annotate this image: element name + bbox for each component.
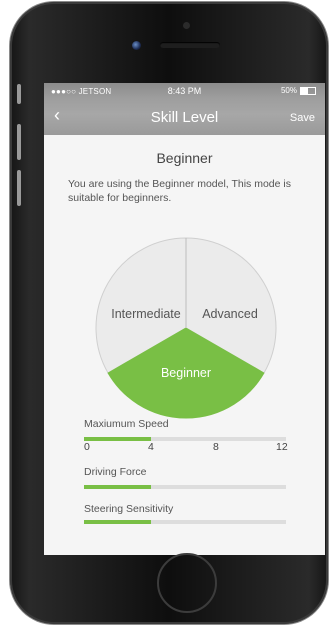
earpiece-speaker <box>160 42 220 48</box>
save-button[interactable]: Save <box>290 112 315 124</box>
app-screen: ●●●○○ JETSON 8:43 PM 50% ‹ Skill Level S… <box>44 83 325 555</box>
max-speed-label: Maxiumum Speed <box>84 418 169 430</box>
mode-description: You are using the Beginner model, This m… <box>68 178 291 204</box>
segment-beginner-label: Beginner <box>161 366 211 380</box>
proximity-sensor <box>183 22 190 29</box>
steering-sensitivity-label: Steering Sensitivity <box>84 503 174 515</box>
steering-sensitivity-slider-fill <box>84 520 151 524</box>
mode-title: Beginner <box>156 150 213 166</box>
volume-up-button <box>17 124 21 160</box>
battery-icon <box>300 86 316 95</box>
home-button[interactable] <box>157 553 217 613</box>
segment-advanced-label: Advanced <box>202 307 258 321</box>
page-title: Skill Level <box>150 109 219 126</box>
app-header: ●●●○○ JETSON 8:43 PM 50% ‹ Skill Level S… <box>44 83 325 135</box>
segment-intermediate-label: Intermediate <box>111 307 181 321</box>
navigation-bar: ‹ Skill Level Save <box>44 99 325 135</box>
battery-percent: 50% <box>280 86 297 95</box>
max-speed-tick: 0 <box>84 441 90 453</box>
max-speed-slider-fill <box>84 437 152 441</box>
skill-level-selector: Intermediate Advanced Beginner <box>95 237 277 419</box>
phone-frame: ●●●○○ JETSON 8:43 PM 50% ‹ Skill Level S… <box>10 2 328 624</box>
mute-switch <box>17 84 21 104</box>
max-speed-slider[interactable] <box>84 437 286 441</box>
max-speed-tick: 12 <box>276 441 288 453</box>
battery-status: 50% <box>281 86 316 95</box>
max-speed-tick: 8 <box>213 441 219 453</box>
max-speed-tick: 4 <box>148 441 154 453</box>
driving-force-label: Driving Force <box>84 466 147 478</box>
driving-force-slider[interactable] <box>84 485 286 489</box>
status-bar: ●●●○○ JETSON 8:43 PM 50% <box>44 83 325 99</box>
volume-down-button <box>17 170 21 206</box>
steering-sensitivity-slider[interactable] <box>84 520 286 524</box>
front-camera <box>132 41 141 50</box>
driving-force-slider-fill <box>84 485 151 489</box>
